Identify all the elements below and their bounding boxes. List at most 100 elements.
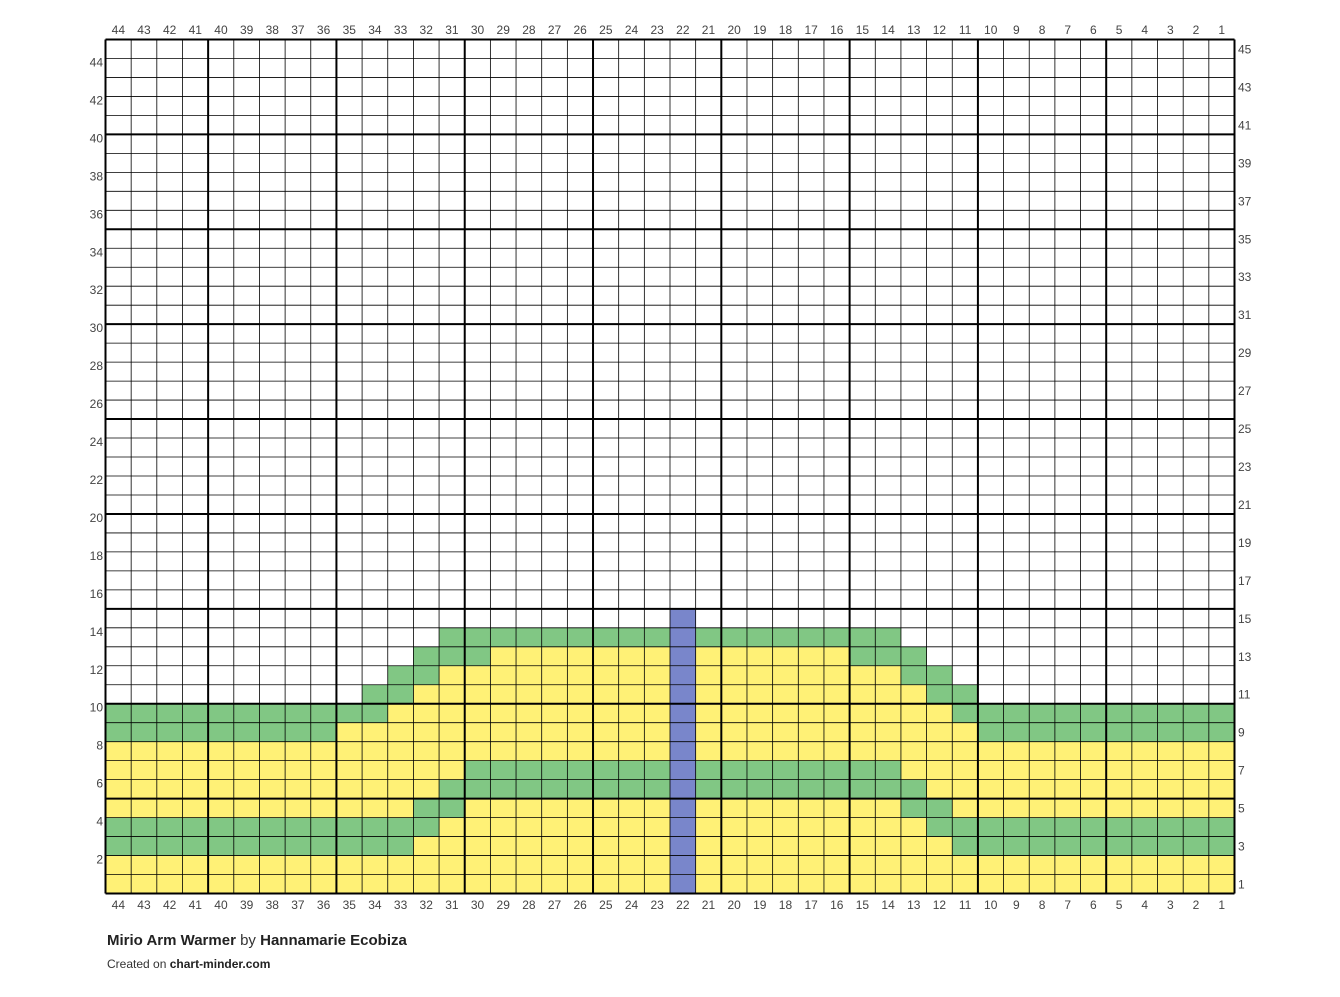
stitch-cell xyxy=(182,760,209,780)
stitch-cell xyxy=(695,817,722,837)
stitch-cell xyxy=(567,836,594,856)
stitch-cell xyxy=(977,817,1004,837)
stitch-cell xyxy=(541,855,568,875)
stitch-cell xyxy=(1157,798,1184,818)
column-label-top: 10 xyxy=(984,23,998,37)
stitch-cell xyxy=(464,627,491,648)
stitch-cell xyxy=(695,684,722,705)
stitch-cell xyxy=(310,741,337,761)
stitch-cell xyxy=(387,722,414,742)
stitch-cell xyxy=(362,817,389,837)
stitch-cell xyxy=(413,646,440,667)
stitch-cell xyxy=(670,817,696,837)
stitch-cell xyxy=(259,836,286,856)
stitch-cell xyxy=(105,741,132,761)
stitch-cell xyxy=(746,703,773,723)
stitch-cell xyxy=(259,703,286,723)
stitch-cell xyxy=(670,684,696,705)
stitch-cell xyxy=(131,855,158,875)
stitch-cell xyxy=(746,684,773,705)
stitch-cell xyxy=(670,874,696,894)
stitch-cell xyxy=(926,874,953,894)
stitch-cell xyxy=(362,874,389,894)
column-label-bottom: 26 xyxy=(574,898,588,912)
row-label-right: 39 xyxy=(1238,156,1252,170)
stitch-cell xyxy=(746,817,773,837)
stitch-cell xyxy=(823,684,850,705)
stitch-cell xyxy=(1029,722,1056,742)
stitch-cell xyxy=(310,779,337,799)
stitch-cell xyxy=(439,741,466,761)
stitch-cell xyxy=(926,855,953,875)
stitch-cell xyxy=(670,665,696,686)
stitch-cell xyxy=(849,817,876,837)
stitch-cell xyxy=(900,741,927,761)
row-label-left: 12 xyxy=(90,663,104,677)
stitch-cell xyxy=(567,798,594,818)
stitch-cell xyxy=(464,798,491,818)
stitch-cell xyxy=(644,836,671,856)
stitch-cell xyxy=(1208,779,1235,799)
column-label-bottom: 13 xyxy=(907,898,921,912)
row-label-left: 40 xyxy=(90,131,104,145)
column-label-top: 39 xyxy=(240,23,254,37)
stitch-cell xyxy=(926,836,953,856)
stitch-cell xyxy=(1054,836,1081,856)
stitch-cell xyxy=(182,779,209,799)
stitch-cell xyxy=(900,665,927,686)
stitch-cell xyxy=(541,684,568,705)
stitch-cell xyxy=(1080,836,1107,856)
row-label-right: 27 xyxy=(1238,384,1252,398)
stitch-cell xyxy=(900,684,927,705)
column-label-top: 18 xyxy=(779,23,793,37)
row-label-right: 15 xyxy=(1238,612,1252,626)
site-link[interactable]: chart-minder.com xyxy=(170,957,271,971)
stitch-cell xyxy=(1157,760,1184,780)
stitch-cell xyxy=(593,722,619,742)
stitch-cell xyxy=(952,836,979,856)
stitch-cell xyxy=(823,779,850,799)
column-label-bottom: 24 xyxy=(625,898,639,912)
stitch-cell xyxy=(362,855,389,875)
stitch-cell xyxy=(1080,874,1107,894)
column-label-top: 32 xyxy=(420,23,434,37)
stitch-cell xyxy=(746,798,773,818)
stitch-cell xyxy=(1131,874,1158,894)
stitch-cell xyxy=(1106,760,1133,780)
column-label-top: 41 xyxy=(189,23,203,37)
stitch-cell xyxy=(798,779,825,799)
stitch-cell xyxy=(1183,760,1210,780)
stitch-cell xyxy=(285,855,312,875)
stitch-cell xyxy=(1003,760,1030,780)
stitch-cell xyxy=(823,627,850,648)
stitch-cell xyxy=(413,855,440,875)
stitch-cell xyxy=(618,874,645,894)
stitch-cell xyxy=(156,836,183,856)
stitch-cell xyxy=(362,684,389,705)
stitch-cell xyxy=(721,855,748,875)
stitch-cell xyxy=(875,741,902,761)
column-label-top: 24 xyxy=(625,23,639,37)
column-label-bottom: 2 xyxy=(1193,898,1200,912)
stitch-cell xyxy=(105,817,132,837)
stitch-cell xyxy=(567,627,594,648)
stitch-cell xyxy=(131,817,158,837)
stitch-cell xyxy=(490,665,517,686)
stitch-cell xyxy=(182,741,209,761)
stitch-cell xyxy=(131,874,158,894)
column-label-bottom: 15 xyxy=(856,898,870,912)
column-label-top: 17 xyxy=(804,23,818,37)
stitch-cell xyxy=(875,779,902,799)
column-label-bottom: 31 xyxy=(445,898,459,912)
row-label-left: 6 xyxy=(96,777,103,791)
stitch-cell xyxy=(182,798,209,818)
stitch-cell xyxy=(1183,855,1210,875)
stitch-cell xyxy=(336,798,363,818)
column-label-bottom: 37 xyxy=(291,898,305,912)
row-label-left: 44 xyxy=(90,55,104,69)
stitch-cell xyxy=(1208,703,1235,723)
stitch-cell xyxy=(926,817,953,837)
stitch-cell xyxy=(1183,703,1210,723)
stitch-cell xyxy=(1080,760,1107,780)
stitch-cell xyxy=(977,798,1004,818)
